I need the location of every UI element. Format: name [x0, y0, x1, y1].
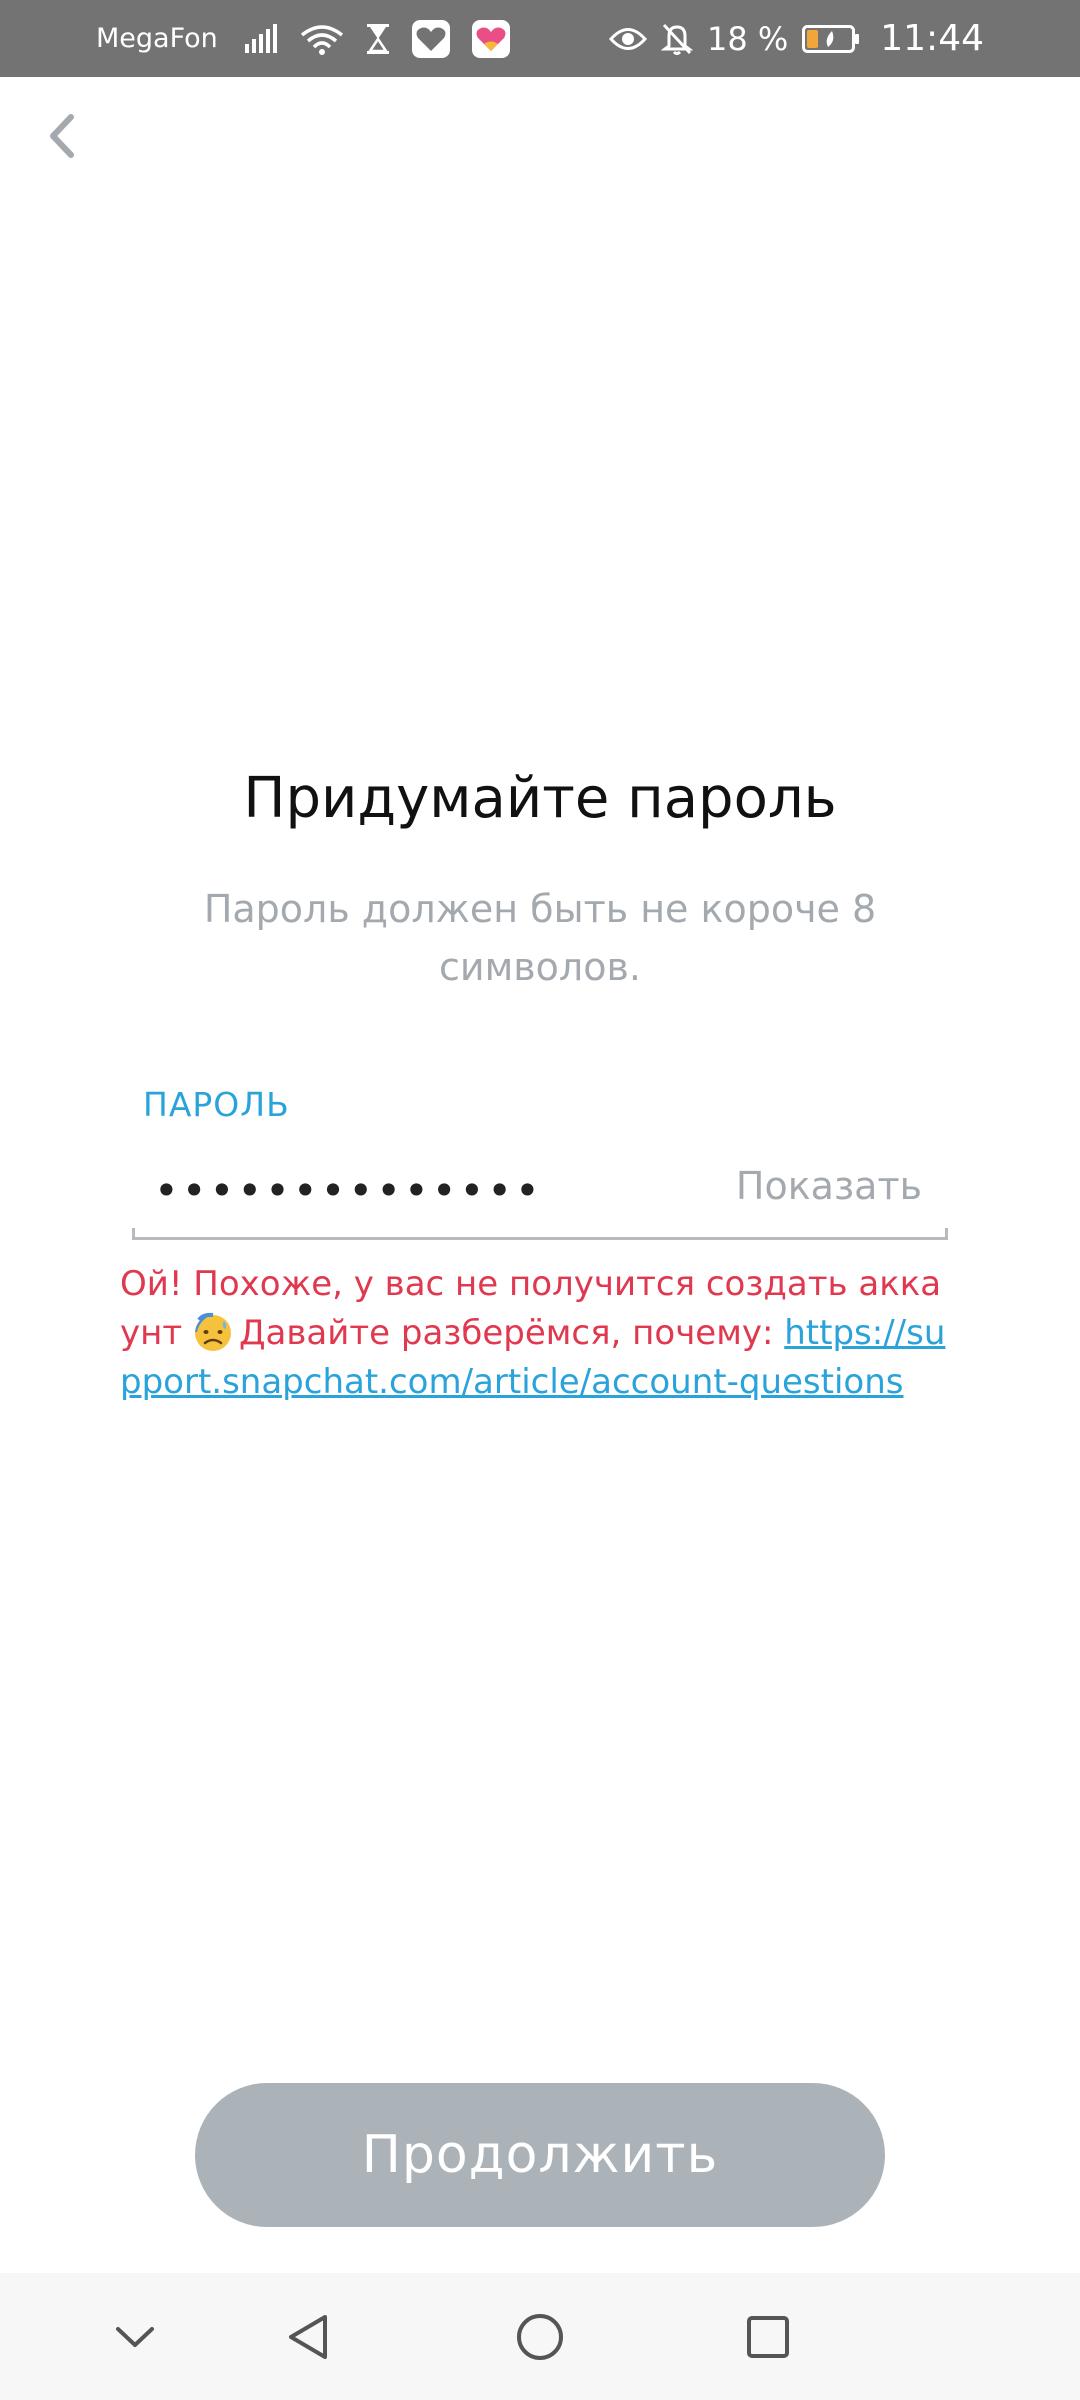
status-bar-left: MegaFon: [96, 0, 510, 77]
back-button[interactable]: [36, 104, 88, 168]
status-bar-right: 18 % 11:44: [608, 0, 984, 77]
signal-icon: [244, 23, 277, 53]
clock: 11:44: [880, 18, 984, 59]
battery-icon: [802, 24, 860, 53]
password-input[interactable]: [132, 1150, 734, 1230]
status-bar: MegaFon 18 % 11:44: [0, 0, 1080, 77]
nav-back-button[interactable]: [258, 2273, 358, 2400]
page-title: Придумайте пароль: [243, 766, 837, 831]
battery-percent: 18 %: [706, 19, 789, 58]
show-password-toggle[interactable]: Показать: [736, 1164, 922, 1208]
password-field: Показать: [132, 1150, 948, 1240]
chevron-left-icon: [50, 114, 74, 158]
home-circle-icon: [517, 2313, 563, 2360]
continue-button[interactable]: Продолжить: [195, 2083, 885, 2227]
heart-app-icon: [411, 19, 450, 58]
password-field-underline: [132, 1228, 948, 1240]
password-field-label: ПАРОЛЬ: [143, 1085, 290, 1124]
likee-app-icon: [471, 19, 510, 58]
hourglass-icon: [366, 23, 389, 54]
chevron-down-icon: [116, 2326, 154, 2347]
page-subtitle: Пароль должен быть не короче 8 символов.: [203, 887, 877, 989]
back-triangle-icon: [289, 2314, 327, 2359]
nav-home-button[interactable]: [490, 2273, 590, 2400]
wifi-icon: [300, 24, 343, 55]
error-line-2: Давайте разберёмся, почему:: [238, 1313, 785, 1353]
error-message: Ой! Похоже, у вас не получится создать а…: [120, 1260, 960, 1407]
carrier-name: MegaFon: [96, 23, 218, 54]
eye-icon: [608, 27, 647, 50]
sweat-face-emoji-icon: [194, 1312, 231, 1351]
bell-off-icon: [660, 23, 693, 55]
nav-recents-button[interactable]: [718, 2273, 818, 2400]
recents-square-icon: [747, 2315, 789, 2358]
system-nav-bar: [0, 2273, 1080, 2400]
signup-password-screen: MegaFon 18 % 11:44 Придумайте пароль Пар…: [0, 0, 1080, 2400]
nav-collapse-button[interactable]: [85, 2273, 185, 2400]
